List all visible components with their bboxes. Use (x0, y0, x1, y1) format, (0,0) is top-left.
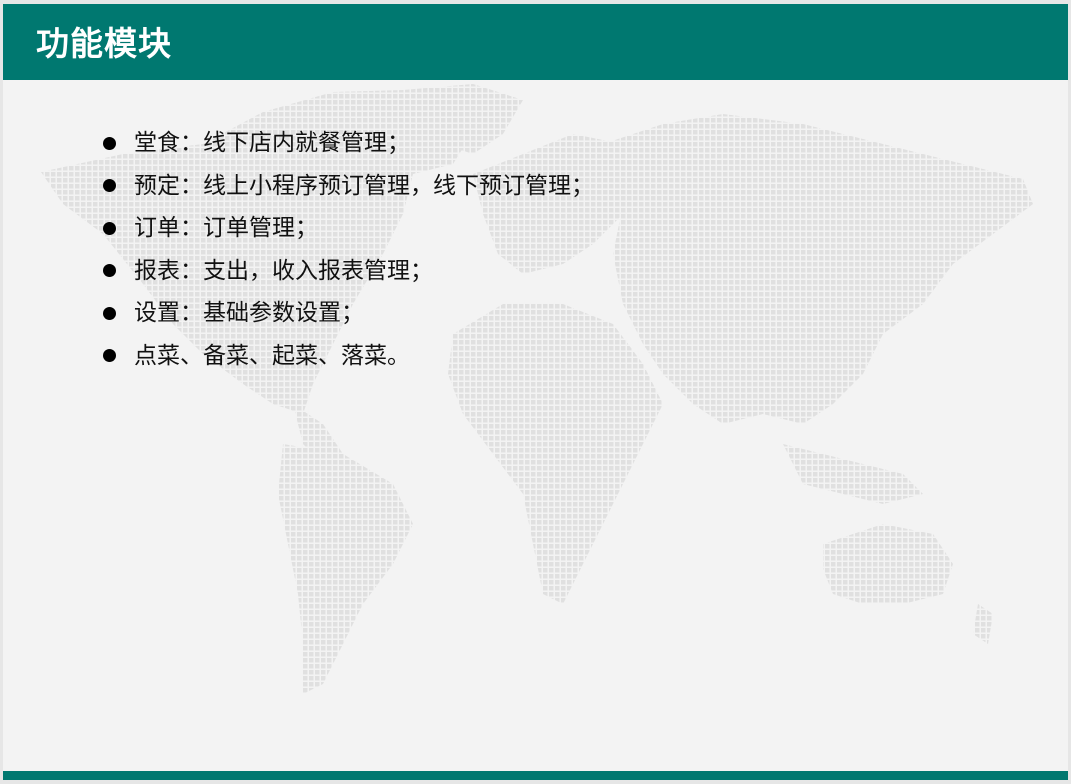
list-item-text: 预定：线上小程序预订管理，线下预订管理； (134, 172, 594, 199)
bullet-dot-icon (103, 136, 116, 150)
list-item-text: 报表：支出，收入报表管理； (134, 257, 433, 284)
list-item-text: 堂食：线下店内就餐管理； (134, 130, 410, 157)
footer-bar (3, 771, 1068, 780)
list-item: 订单：订单管理； (103, 207, 594, 250)
world-map-background (41, 84, 1033, 694)
header-bar: 功能模块 (3, 4, 1068, 80)
slide: 功能模块 堂食：线下店内就餐管理； 预定：线上小程序预订管理，线下预订管理； 订… (3, 4, 1068, 780)
list-item: 堂食：线下店内就餐管理； (103, 122, 594, 165)
list-item: 点菜、备菜、起菜、落菜。 (103, 335, 594, 378)
bullet-dot-icon (103, 349, 116, 363)
list-item-text: 点菜、备菜、起菜、落菜。 (134, 342, 410, 369)
list-item: 设置：基础参数设置； (103, 292, 594, 335)
list-item-text: 设置：基础参数设置； (134, 300, 364, 327)
slide-title: 功能模块 (36, 24, 172, 63)
feature-list: 堂食：线下店内就餐管理； 预定：线上小程序预订管理，线下预订管理； 订单：订单管… (103, 122, 594, 377)
list-item-text: 订单：订单管理； (134, 215, 318, 242)
bullet-dot-icon (103, 264, 116, 278)
list-item: 预定：线上小程序预订管理，线下预订管理； (103, 165, 594, 208)
bullet-dot-icon (103, 306, 116, 320)
bullet-dot-icon (103, 179, 116, 193)
bullet-dot-icon (103, 221, 116, 235)
list-item: 报表：支出，收入报表管理； (103, 250, 594, 293)
